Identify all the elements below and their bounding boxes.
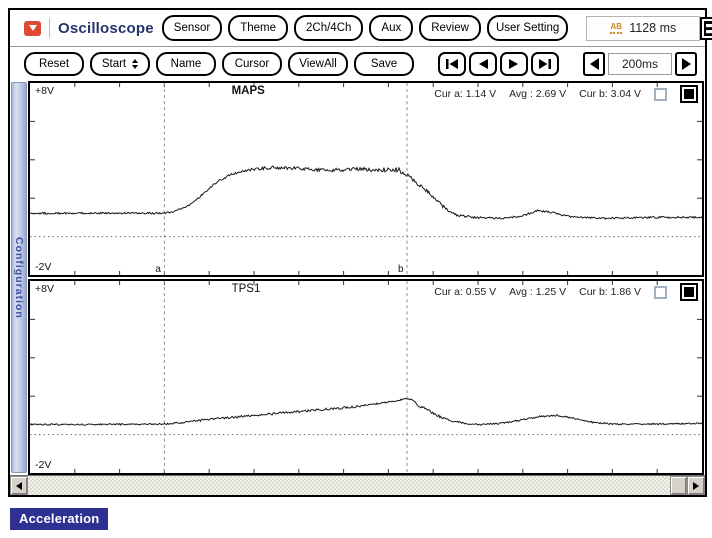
step-back-button[interactable]	[469, 52, 497, 76]
tps1-waveform-plot	[30, 281, 702, 473]
skip-to-start-button[interactable]	[438, 52, 466, 76]
viewall-button[interactable]: ViewAll	[288, 52, 348, 76]
tps1-readings: Cur a: 0.55 V Avg : 1.25 V Cur b: 1.86 V	[434, 283, 698, 301]
caret-down-icon	[29, 25, 37, 31]
maps-cursor-a-reading: Cur a: 1.14 V	[434, 88, 496, 100]
maps-vmin-label: -2V	[35, 261, 51, 273]
tps1-trace-color-swatch[interactable]	[680, 283, 698, 301]
scroll-right-button[interactable]	[687, 476, 705, 495]
configuration-sidebar-tab[interactable]: Configuration	[11, 82, 27, 473]
channel-panel-tps1: +8V TPS1 Cur a: 0.55 V Avg : 1.25 V Cur …	[28, 279, 704, 475]
step-back-icon	[477, 58, 489, 70]
scrollbar-thumb[interactable]	[670, 476, 687, 495]
timescale-decrease-button[interactable]	[583, 52, 605, 76]
user-setting-button[interactable]: User Setting	[487, 15, 568, 41]
scope-area: Configuration ab +8V MAPS Cur a: 1.14 V …	[10, 80, 705, 475]
name-button[interactable]: Name	[156, 52, 216, 76]
playback-controls	[438, 52, 559, 76]
timescale-control: 200ms	[583, 52, 697, 76]
timescale-increase-button[interactable]	[675, 52, 697, 76]
maps-checkbox[interactable]	[654, 88, 667, 101]
arrow-right-icon	[682, 58, 691, 70]
app-menu-button[interactable]	[24, 21, 41, 36]
start-stepper-button[interactable]: Start	[90, 52, 150, 76]
svg-text:a: a	[155, 264, 161, 275]
maps-channel-title: MAPS	[232, 85, 265, 97]
divider	[49, 18, 50, 38]
tps1-channel-title: TPS1	[232, 283, 261, 295]
reset-button[interactable]: Reset	[24, 52, 84, 76]
review-button[interactable]: Review	[419, 15, 481, 41]
skip-to-start-icon	[445, 58, 459, 70]
menu-icon	[700, 17, 712, 40]
timescale-value: 200ms	[608, 53, 672, 75]
skip-to-end-button[interactable]	[531, 52, 559, 76]
step-forward-button[interactable]	[500, 52, 528, 76]
start-label: Start	[102, 58, 126, 70]
tps1-vmax-label: +8V	[35, 283, 54, 295]
horizontal-scrollbar	[10, 475, 705, 495]
app-window: Oscilloscope Sensor Theme 2Ch/4Ch Aux Re…	[8, 8, 707, 497]
maps-trace-color-swatch[interactable]	[680, 85, 698, 103]
scrollbar-track[interactable]	[28, 476, 687, 495]
theme-button[interactable]: Theme	[228, 15, 288, 41]
scroll-left-button[interactable]	[10, 476, 28, 495]
oscilloscope-app: Oscilloscope Sensor Theme 2Ch/4Ch Aux Re…	[0, 0, 712, 538]
app-title: Oscilloscope	[58, 20, 154, 37]
configuration-label: Configuration	[13, 237, 25, 319]
step-forward-icon	[508, 58, 520, 70]
spinner-icon	[132, 59, 138, 69]
status-badge: Acceleration	[10, 508, 108, 530]
svg-text:b: b	[398, 264, 404, 275]
channel-mode-button[interactable]: 2Ch/4Ch	[294, 15, 363, 41]
channel-panels: ab +8V MAPS Cur a: 1.14 V Avg : 2.69 V C…	[28, 81, 704, 475]
tps1-cursor-a-reading: Cur a: 0.55 V	[434, 286, 496, 298]
maps-cursor-b-reading: Cur b: 3.04 V	[579, 88, 641, 100]
arrow-left-icon	[590, 58, 599, 70]
tps1-vmin-label: -2V	[35, 459, 51, 471]
cursor-time-value: 1128 ms	[629, 21, 676, 35]
scroll-left-icon	[16, 482, 22, 490]
aux-button[interactable]: Aux	[369, 15, 413, 41]
control-toolbar: Reset Start Name Cursor ViewAll Save	[10, 47, 705, 80]
channel-panel-maps: ab +8V MAPS Cur a: 1.14 V Avg : 2.69 V C…	[28, 81, 704, 277]
cursor-button[interactable]: Cursor	[222, 52, 282, 76]
cursor-time-display: AB 1128 ms	[586, 16, 700, 41]
sensor-button[interactable]: Sensor	[162, 15, 222, 41]
save-button[interactable]: Save	[354, 52, 414, 76]
window-menu-button[interactable]	[700, 17, 712, 40]
tps1-avg-reading: Avg : 1.25 V	[509, 286, 566, 298]
maps-avg-reading: Avg : 2.69 V	[509, 88, 566, 100]
maps-readings: Cur a: 1.14 V Avg : 2.69 V Cur b: 3.04 V	[434, 85, 698, 103]
ab-cursor-icon: AB	[610, 23, 622, 34]
tps1-cursor-b-reading: Cur b: 1.86 V	[579, 286, 641, 298]
skip-to-end-icon	[538, 58, 552, 70]
tps1-checkbox[interactable]	[654, 286, 667, 299]
scroll-right-icon	[693, 482, 699, 490]
maps-waveform-plot: ab	[30, 83, 702, 275]
maps-vmax-label: +8V	[35, 85, 54, 97]
top-toolbar: Oscilloscope Sensor Theme 2Ch/4Ch Aux Re…	[10, 10, 705, 47]
